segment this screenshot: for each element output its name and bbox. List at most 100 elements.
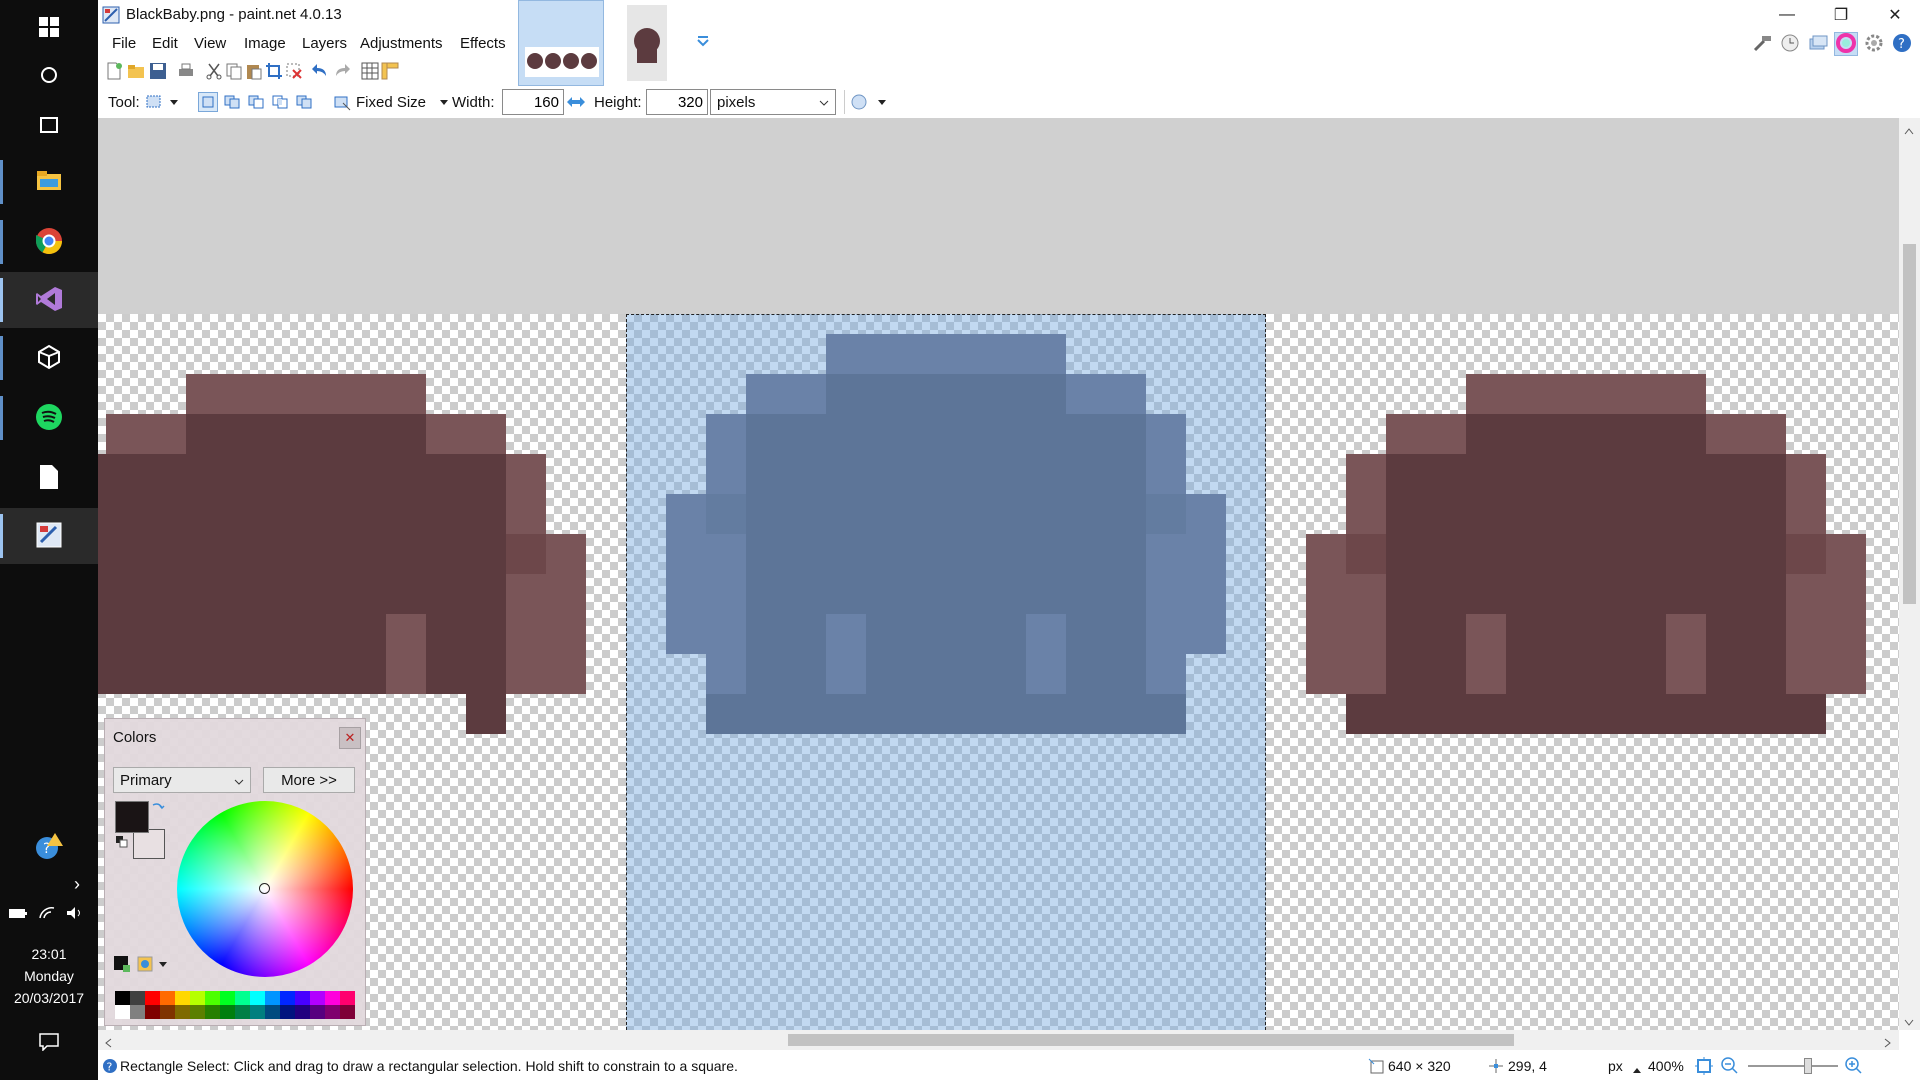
unit-dropdown-icon[interactable] bbox=[1632, 1061, 1642, 1077]
image-tab-blackbaby[interactable] bbox=[518, 0, 604, 86]
rectangle-selection[interactable] bbox=[626, 314, 1266, 1030]
palette-swatch[interactable] bbox=[325, 991, 340, 1005]
horizontal-scrollbar[interactable] bbox=[98, 1030, 1899, 1050]
more-colors-button[interactable]: More >> bbox=[263, 767, 355, 793]
chrome-button[interactable] bbox=[0, 214, 98, 270]
unity-button[interactable] bbox=[0, 330, 98, 386]
palette-swatch[interactable] bbox=[115, 1005, 130, 1019]
palette-swatch[interactable] bbox=[205, 1005, 220, 1019]
palette-swatch[interactable] bbox=[145, 991, 160, 1005]
menu-effects[interactable]: Effects bbox=[460, 35, 506, 52]
image-tab-2[interactable] bbox=[606, 0, 692, 86]
show-hidden-icons-button[interactable]: › bbox=[0, 858, 98, 910]
antialias-icon[interactable] bbox=[850, 92, 870, 112]
palette-swatch[interactable] bbox=[220, 1005, 235, 1019]
menu-adjustments[interactable]: Adjustments bbox=[360, 35, 443, 52]
palette-swatch[interactable] bbox=[175, 1005, 190, 1019]
rectangle-select-tool-icon[interactable] bbox=[144, 92, 164, 112]
menu-file[interactable]: File bbox=[112, 35, 136, 52]
settings-button[interactable] bbox=[1862, 32, 1886, 56]
width-input[interactable] bbox=[502, 89, 564, 115]
palette-swatch[interactable] bbox=[310, 1005, 325, 1019]
palette-swatch[interactable] bbox=[340, 991, 355, 1005]
selection-mode-intersect[interactable] bbox=[270, 92, 290, 112]
palette-swatch[interactable] bbox=[340, 1005, 355, 1019]
swap-colors-icon[interactable] bbox=[151, 801, 165, 818]
palette-swatch[interactable] bbox=[310, 991, 325, 1005]
palette-swatch[interactable] bbox=[205, 991, 220, 1005]
palette-swatch[interactable] bbox=[250, 1005, 265, 1019]
selection-mode-replace[interactable] bbox=[198, 92, 218, 112]
zoom-slider[interactable] bbox=[1748, 1058, 1838, 1074]
zoom-level[interactable]: 400% bbox=[1648, 1058, 1684, 1074]
colors-window-button[interactable] bbox=[1834, 32, 1858, 56]
selection-mode-xor[interactable] bbox=[294, 92, 314, 112]
selection-size-mode[interactable]: Fixed Size bbox=[356, 94, 426, 111]
vertical-scrollbar[interactable] bbox=[1899, 118, 1920, 1030]
wifi-icon[interactable] bbox=[38, 906, 56, 923]
palette-swatch[interactable] bbox=[160, 1005, 175, 1019]
antialias-dropdown-icon[interactable] bbox=[872, 92, 892, 112]
color-wheel-cursor[interactable] bbox=[259, 883, 270, 894]
menu-edit[interactable]: Edit bbox=[152, 35, 178, 52]
file-explorer-button[interactable] bbox=[0, 154, 98, 210]
palette-swatch[interactable] bbox=[265, 991, 280, 1005]
cortana-button[interactable] bbox=[0, 48, 98, 104]
size-mode-dropdown-icon[interactable] bbox=[434, 92, 454, 112]
clock-day[interactable]: Monday bbox=[0, 968, 98, 984]
selection-mode-exclude[interactable] bbox=[246, 92, 266, 112]
secondary-color-swatch[interactable] bbox=[133, 829, 165, 859]
palette-swatch[interactable] bbox=[235, 1005, 250, 1019]
task-view-button[interactable] bbox=[0, 98, 98, 154]
color-wheel[interactable] bbox=[177, 801, 353, 977]
reset-colors-icon[interactable] bbox=[115, 835, 129, 852]
layers-window-button[interactable] bbox=[1806, 32, 1830, 56]
spotify-button[interactable] bbox=[0, 390, 98, 446]
palette-swatch[interactable] bbox=[190, 1005, 205, 1019]
palette-swatch[interactable] bbox=[175, 991, 190, 1005]
menu-layers[interactable]: Layers bbox=[302, 35, 347, 52]
image-list-dropdown[interactable] bbox=[694, 32, 712, 50]
canvas-workspace[interactable] bbox=[98, 118, 1899, 1030]
grid-icon[interactable] bbox=[360, 61, 380, 81]
palette-swatch[interactable] bbox=[295, 1005, 310, 1019]
palette-swatch[interactable] bbox=[130, 991, 145, 1005]
selection-mode-union[interactable] bbox=[222, 92, 242, 112]
zoom-out-icon[interactable] bbox=[1720, 1056, 1740, 1079]
print-icon[interactable] bbox=[176, 61, 196, 81]
clock-time[interactable]: 23:01 bbox=[0, 946, 98, 962]
scroll-up-icon[interactable] bbox=[1904, 122, 1914, 138]
tools-window-button[interactable] bbox=[1750, 32, 1774, 56]
palette-swatch[interactable] bbox=[220, 991, 235, 1005]
redo-icon[interactable] bbox=[332, 61, 352, 81]
paste-icon[interactable] bbox=[244, 61, 264, 81]
palette-swatch[interactable] bbox=[115, 991, 130, 1005]
paint-net-button[interactable] bbox=[0, 508, 98, 564]
link-aspect-icon[interactable] bbox=[566, 92, 586, 112]
clock-date[interactable]: 20/03/2017 bbox=[0, 990, 98, 1006]
palette-swatch[interactable] bbox=[130, 1005, 145, 1019]
volume-icon[interactable] bbox=[66, 906, 84, 923]
copy-icon[interactable] bbox=[224, 61, 244, 81]
tool-dropdown-arrow-icon[interactable] bbox=[164, 92, 184, 112]
vertical-scroll-thumb[interactable] bbox=[1903, 244, 1916, 604]
palette-menu-icon[interactable] bbox=[137, 955, 171, 976]
scroll-down-icon[interactable] bbox=[1904, 1014, 1914, 1030]
notepad-button[interactable] bbox=[0, 450, 98, 506]
palette-swatch[interactable] bbox=[325, 1005, 340, 1019]
title-bar[interactable]: BlackBaby.png - paint.net 4.0.13 — ❐ ✕ bbox=[98, 0, 1920, 30]
palette-swatch[interactable] bbox=[190, 991, 205, 1005]
new-icon[interactable] bbox=[104, 61, 124, 81]
minimize-button[interactable]: — bbox=[1760, 0, 1814, 30]
scroll-left-icon[interactable] bbox=[104, 1035, 112, 1051]
color-mode-select[interactable]: Primary bbox=[113, 767, 251, 793]
crop-icon[interactable] bbox=[264, 61, 284, 81]
zoom-to-window-icon[interactable] bbox=[1694, 1056, 1714, 1079]
color-palette[interactable] bbox=[115, 991, 355, 1019]
palette-swatch[interactable] bbox=[295, 991, 310, 1005]
zoom-slider-thumb[interactable] bbox=[1804, 1058, 1812, 1074]
history-window-button[interactable] bbox=[1778, 32, 1802, 56]
unit-selector[interactable]: px bbox=[1608, 1058, 1623, 1074]
cut-icon[interactable] bbox=[204, 61, 224, 81]
horizontal-scroll-thumb[interactable] bbox=[788, 1034, 1514, 1046]
